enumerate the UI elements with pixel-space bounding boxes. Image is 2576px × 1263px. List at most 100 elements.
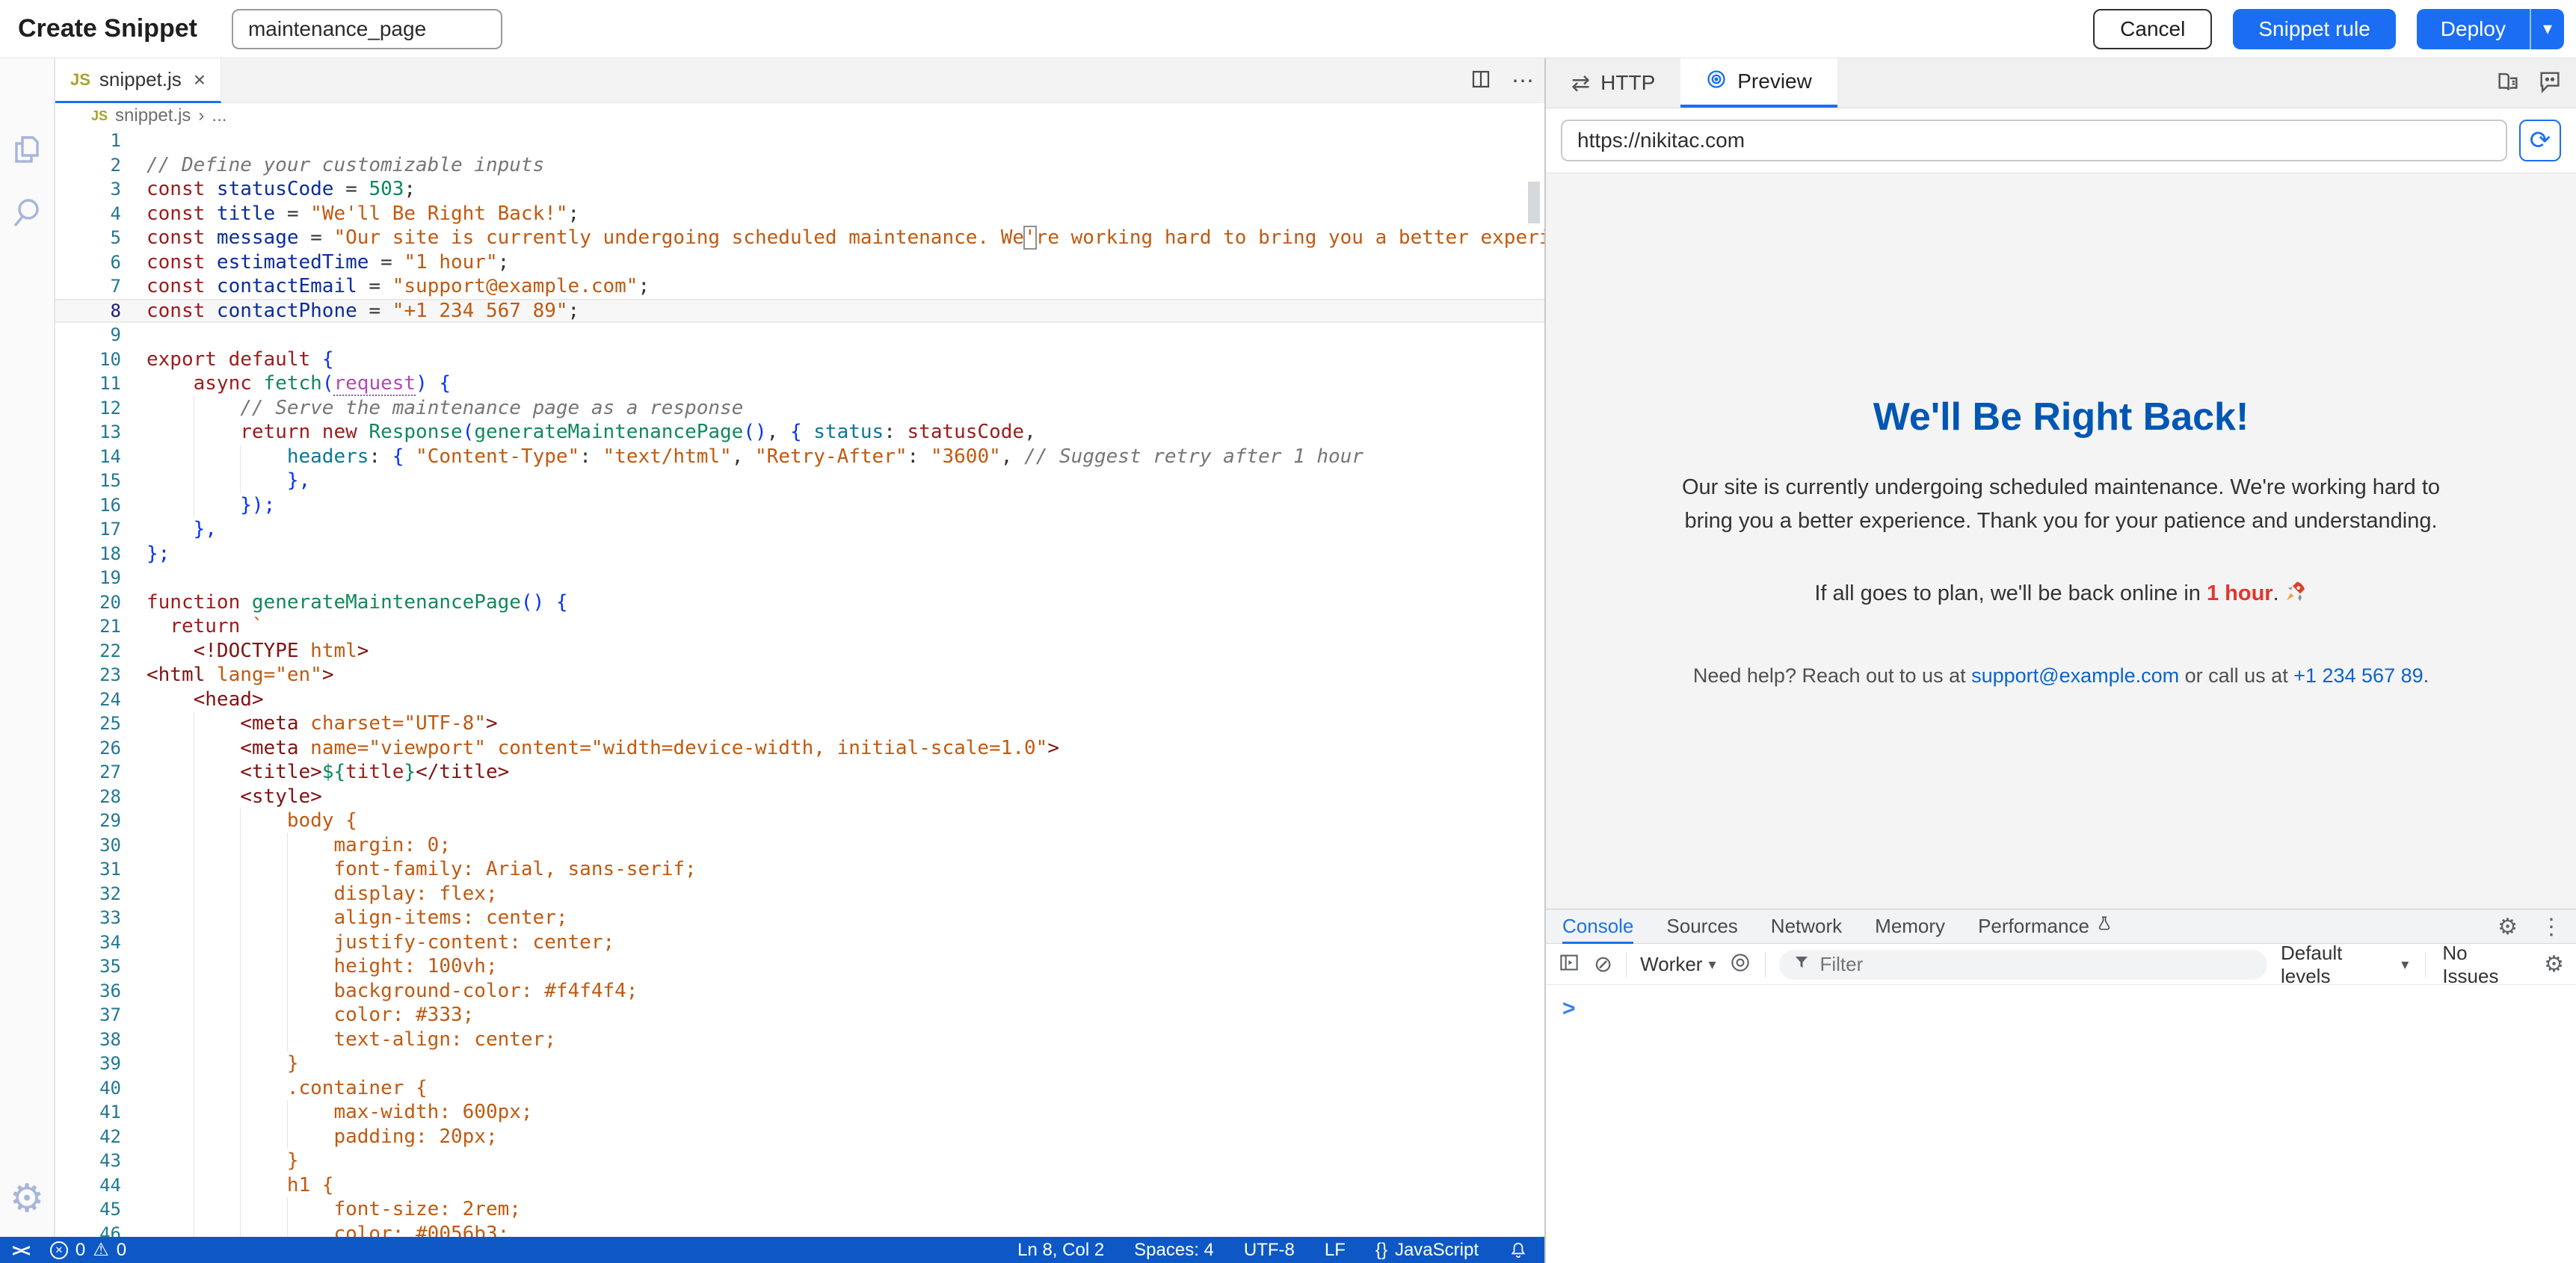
code-line[interactable]: 6const estimatedTime = "1 hour"; xyxy=(55,250,1544,275)
code-line[interactable]: 7const contactEmail = "support@example.c… xyxy=(55,274,1544,299)
cursor-position[interactable]: Ln 8, Col 2 xyxy=(1017,1240,1104,1261)
clear-console-icon[interactable]: ⊘ xyxy=(1594,951,1612,978)
files-icon[interactable] xyxy=(9,132,45,167)
code-line[interactable]: 9 xyxy=(55,323,1544,348)
indentation-setting[interactable]: Spaces: 4 xyxy=(1134,1240,1214,1261)
code-line[interactable]: 36 background-color: #f4f4f4; xyxy=(55,979,1544,1004)
code-line[interactable]: 2// Define your customizable inputs xyxy=(55,153,1544,178)
tab-network[interactable]: Network xyxy=(1771,910,1842,944)
search-icon[interactable] xyxy=(9,194,45,230)
line-number[interactable]: 15 xyxy=(55,469,121,493)
feedback-chat-icon[interactable] xyxy=(2537,69,2563,98)
remote-indicator-icon[interactable]: >< xyxy=(12,1240,28,1261)
code-line[interactable]: 26 <meta name="viewport" content="width=… xyxy=(55,736,1544,761)
code-line[interactable]: 29 body { xyxy=(55,809,1544,833)
breadcrumb[interactable]: JS snippet.js › ... xyxy=(55,103,1544,129)
line-number[interactable]: 27 xyxy=(55,760,121,785)
code-line[interactable]: 20function generateMaintenancePage() { xyxy=(55,590,1544,615)
line-number[interactable]: 36 xyxy=(55,979,121,1004)
line-number[interactable]: 42 xyxy=(55,1125,121,1149)
docs-book-icon[interactable] xyxy=(2495,69,2521,98)
preview-url-input[interactable] xyxy=(1561,120,2507,161)
line-number[interactable]: 11 xyxy=(55,371,121,396)
code-line[interactable]: 25 <meta charset="UTF-8"> xyxy=(55,711,1544,736)
editor-scrollbar[interactable] xyxy=(1528,182,1540,223)
line-number[interactable]: 46 xyxy=(55,1222,121,1238)
snippet-rule-button[interactable]: Snippet rule xyxy=(2233,9,2395,49)
settings-gear-icon[interactable]: ⚙ xyxy=(10,1179,45,1218)
code-line[interactable]: 19 xyxy=(55,566,1544,590)
eol-setting[interactable]: LF xyxy=(1325,1240,1346,1261)
code-line[interactable]: 15 }, xyxy=(55,469,1544,493)
issues-counter[interactable]: No Issues xyxy=(2442,942,2527,988)
tab-http[interactable]: ⇄ HTTP xyxy=(1546,58,1680,108)
console-sidebar-toggle-icon[interactable] xyxy=(1558,951,1580,978)
code-line[interactable]: 28 <style> xyxy=(55,785,1544,809)
line-number[interactable]: 34 xyxy=(55,930,121,955)
line-number[interactable]: 1 xyxy=(55,129,121,153)
code-line[interactable]: 18}; xyxy=(55,542,1544,566)
line-number[interactable]: 22 xyxy=(55,639,121,664)
code-line[interactable]: 44 h1 { xyxy=(55,1173,1544,1198)
tab-snippet-js[interactable]: JS snippet.js × xyxy=(55,58,221,103)
code-line[interactable]: 21 return ` xyxy=(55,614,1544,639)
line-number[interactable]: 10 xyxy=(55,348,121,372)
filter-input[interactable] xyxy=(1819,953,2254,976)
notifications-bell-icon[interactable] xyxy=(1509,1241,1528,1260)
code-line[interactable]: 30 margin: 0; xyxy=(55,833,1544,858)
line-number[interactable]: 43 xyxy=(55,1149,121,1173)
tab-performance[interactable]: Performance xyxy=(1978,910,2113,944)
pane-divider[interactable] xyxy=(1544,58,1546,1263)
code-line[interactable]: 27 <title>${title}</title> xyxy=(55,760,1544,785)
deploy-button[interactable]: Deploy xyxy=(2417,9,2530,49)
line-number[interactable]: 23 xyxy=(55,663,121,688)
code-line[interactable]: 4const title = "We'll Be Right Back!"; xyxy=(55,202,1544,226)
code-line[interactable]: 43 } xyxy=(55,1149,1544,1173)
code-line[interactable]: 37 color: #333; xyxy=(55,1003,1544,1028)
code-line[interactable]: 40 .container { xyxy=(55,1076,1544,1101)
code-line[interactable]: 16 }); xyxy=(55,493,1544,518)
code-line[interactable]: 23<html lang="en"> xyxy=(55,663,1544,688)
devtools-kebab-menu-icon[interactable]: ⋮ xyxy=(2540,914,2563,940)
more-actions-icon[interactable]: ⋯ xyxy=(1512,68,1534,94)
devtools-settings-gear-icon[interactable]: ⚙ xyxy=(2498,914,2518,940)
line-number[interactable]: 21 xyxy=(55,614,121,639)
code-line[interactable]: 39 } xyxy=(55,1052,1544,1076)
tab-console[interactable]: Console xyxy=(1562,910,1633,944)
line-number[interactable]: 14 xyxy=(55,445,121,469)
code-line[interactable]: 41 max-width: 600px; xyxy=(55,1100,1544,1125)
problems-indicator[interactable]: ✕ 0 ⚠ 0 xyxy=(50,1239,126,1261)
tab-sources[interactable]: Sources xyxy=(1666,910,1737,944)
line-number[interactable]: 29 xyxy=(55,809,121,833)
tab-memory[interactable]: Memory xyxy=(1875,910,1945,944)
line-number[interactable]: 26 xyxy=(55,736,121,761)
encoding-setting[interactable]: UTF-8 xyxy=(1244,1240,1295,1261)
line-number[interactable]: 4 xyxy=(55,202,121,226)
line-number[interactable]: 18 xyxy=(55,542,121,566)
tab-preview[interactable]: Preview xyxy=(1680,58,1837,108)
code-line[interactable]: 35 height: 100vh; xyxy=(55,954,1544,979)
code-line[interactable]: 13 return new Response(generateMaintenan… xyxy=(55,420,1544,445)
code-line[interactable]: 14 headers: { "Content-Type": "text/html… xyxy=(55,445,1544,469)
code-line[interactable]: 1 xyxy=(55,129,1544,153)
code-line[interactable]: 8const contactPhone = "+1 234 567 89"; xyxy=(55,299,1544,324)
code-line[interactable]: 12 // Serve the maintenance page as a re… xyxy=(55,396,1544,421)
code-line[interactable]: 11 async fetch(request) { xyxy=(55,371,1544,396)
code-line[interactable]: 24 <head> xyxy=(55,688,1544,712)
language-mode[interactable]: {} JavaScript xyxy=(1375,1240,1479,1261)
code-line[interactable]: 17 }, xyxy=(55,517,1544,542)
line-number[interactable]: 13 xyxy=(55,420,121,445)
code-line[interactable]: 38 text-align: center; xyxy=(55,1028,1544,1052)
line-number[interactable]: 25 xyxy=(55,711,121,736)
code-line[interactable]: 32 display: flex; xyxy=(55,882,1544,907)
line-number[interactable]: 44 xyxy=(55,1173,121,1198)
code-line[interactable]: 10export default { xyxy=(55,348,1544,372)
line-number[interactable]: 30 xyxy=(55,833,121,858)
execution-context-selector[interactable]: Worker ▾ xyxy=(1640,953,1716,976)
line-number[interactable]: 40 xyxy=(55,1076,121,1101)
code-line[interactable]: 3const statusCode = 503; xyxy=(55,177,1544,202)
line-number[interactable]: 32 xyxy=(55,882,121,907)
code-line[interactable]: 5const message = "Our site is currently … xyxy=(55,226,1544,250)
line-number[interactable]: 28 xyxy=(55,785,121,809)
line-number[interactable]: 5 xyxy=(55,226,121,250)
